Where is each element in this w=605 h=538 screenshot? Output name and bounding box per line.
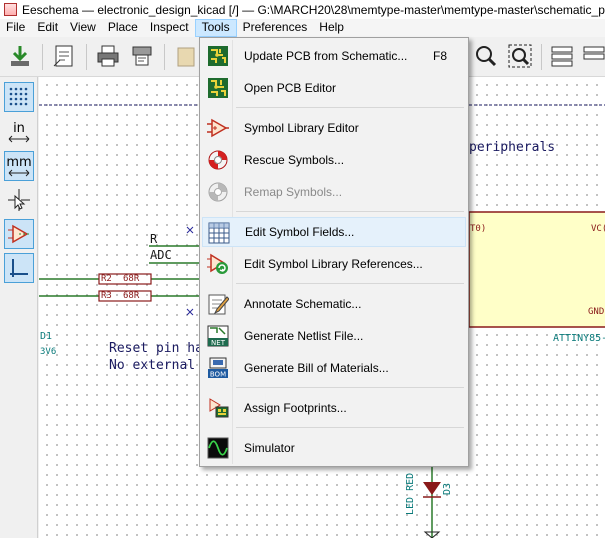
hidden-pins-icon[interactable] <box>4 219 34 249</box>
menu-bar: File Edit View Place Inspect Tools Prefe… <box>0 19 605 37</box>
symbol-editor-icon <box>207 117 229 139</box>
menu-item-rescue-symbols[interactable]: Rescue Symbols... <box>202 145 466 175</box>
d1-reference[interactable]: D1 <box>40 331 52 342</box>
library-refs-icon <box>207 253 229 275</box>
netlist-icon: NET <box>207 325 229 347</box>
pin-label-vcc: VC( <box>591 224 605 234</box>
menu-file[interactable]: File <box>0 19 31 37</box>
grid-toggle-icon[interactable] <box>4 82 34 112</box>
mm-label: mm <box>6 154 32 170</box>
eeschema-app-icon <box>4 3 17 16</box>
pcb-editor-icon <box>207 77 229 99</box>
paste-icon[interactable] <box>172 42 200 70</box>
pin-label-gnd: GND <box>588 307 605 317</box>
inches-label: in <box>13 120 25 136</box>
menu-item-edit-symbol-library-references[interactable]: Edit Symbol Library References... <box>202 249 466 279</box>
r3-reference[interactable]: R3 <box>101 291 112 301</box>
zoom-fit-icon[interactable] <box>506 42 534 70</box>
shortcut-f8: F8 <box>432 49 447 63</box>
leave-sheet-icon[interactable] <box>580 42 605 70</box>
menu-item-remap-symbols: Remap Symbols... <box>202 177 466 207</box>
bom-icon-text: BOM <box>210 371 226 379</box>
update-pcb-icon <box>207 45 229 67</box>
double-arrow-icon <box>8 169 30 176</box>
cursor-crosshair-icon[interactable] <box>4 185 34 215</box>
save-icon[interactable] <box>6 42 34 70</box>
simulator-wave-icon <box>207 437 229 459</box>
table-grid-icon <box>208 222 230 244</box>
tools-dropdown-menu: Update PCB from Schematic... F8 Open PCB… <box>199 37 469 467</box>
menu-item-update-pcb[interactable]: Update PCB from Schematic... F8 <box>202 41 466 71</box>
bom-icon: BOM <box>207 357 229 379</box>
d1-value[interactable]: 3V6 <box>40 347 56 357</box>
menu-edit[interactable]: Edit <box>31 19 64 37</box>
menu-preferences[interactable]: Preferences <box>237 19 314 37</box>
menu-inspect[interactable]: Inspect <box>144 19 195 37</box>
page-settings-icon[interactable] <box>50 42 78 70</box>
r2-reference[interactable]: R2 <box>101 274 112 284</box>
left-toolbar: in mm <box>0 77 38 538</box>
d3-reference[interactable]: D3 <box>442 483 453 495</box>
menu-item-open-pcb-editor[interactable]: Open PCB Editor <box>202 73 466 103</box>
window-title: Eeschema — electronic_design_kicad [/] —… <box>22 2 605 17</box>
menu-item-generate-bom[interactable]: BOM Generate Bill of Materials... <box>202 353 466 383</box>
menu-item-generate-netlist[interactable]: NET Generate Netlist File... <box>202 321 466 351</box>
menu-tools[interactable]: Tools <box>194 19 237 37</box>
menu-view[interactable]: View <box>64 19 102 37</box>
pin-label-t0: T0) <box>470 224 487 234</box>
wire-angle-icon[interactable] <box>4 253 34 283</box>
netlist-icon-text: NET <box>211 339 226 347</box>
title-bar: Eeschema — electronic_design_kicad [/] —… <box>0 0 605 19</box>
hierarchy-navigator-icon[interactable] <box>548 42 576 70</box>
menu-item-symbol-library-editor[interactable]: Symbol Library Editor <box>202 113 466 143</box>
units-inches-button[interactable]: in <box>4 117 34 147</box>
menu-item-edit-symbol-fields[interactable]: Edit Symbol Fields... <box>202 217 466 247</box>
menu-item-annotate-schematic[interactable]: Annotate Schematic... <box>202 289 466 319</box>
double-arrow-icon <box>8 135 30 142</box>
rescue-lifebuoy-icon <box>207 149 229 171</box>
ic-reference[interactable]: ATTINY85- <box>553 333 605 344</box>
plot-icon[interactable] <box>128 42 156 70</box>
net-label-r[interactable]: R <box>150 232 157 246</box>
zoom-in-icon[interactable] <box>472 42 500 70</box>
peripherals-text[interactable]: peripherals <box>469 140 555 155</box>
menu-place[interactable]: Place <box>102 19 144 37</box>
menu-item-assign-footprints[interactable]: Assign Footprints... <box>202 393 466 423</box>
r3-value[interactable]: 68R <box>123 291 139 301</box>
annotate-pencil-icon <box>207 293 230 315</box>
footprint-icon <box>207 397 229 419</box>
remap-lifebuoy-icon <box>207 181 229 203</box>
note-text-line1[interactable]: Reset pin ha <box>109 341 203 356</box>
net-label-adc[interactable]: ADC <box>150 248 172 262</box>
menu-item-simulator[interactable]: Simulator <box>202 433 466 463</box>
units-mm-button[interactable]: mm <box>4 151 34 181</box>
print-icon[interactable] <box>94 42 122 70</box>
note-text-line2[interactable]: No external <box>109 358 195 373</box>
menu-help[interactable]: Help <box>313 19 350 37</box>
led-label[interactable]: LED RED <box>405 473 416 515</box>
r2-value[interactable]: 68R <box>123 274 139 284</box>
